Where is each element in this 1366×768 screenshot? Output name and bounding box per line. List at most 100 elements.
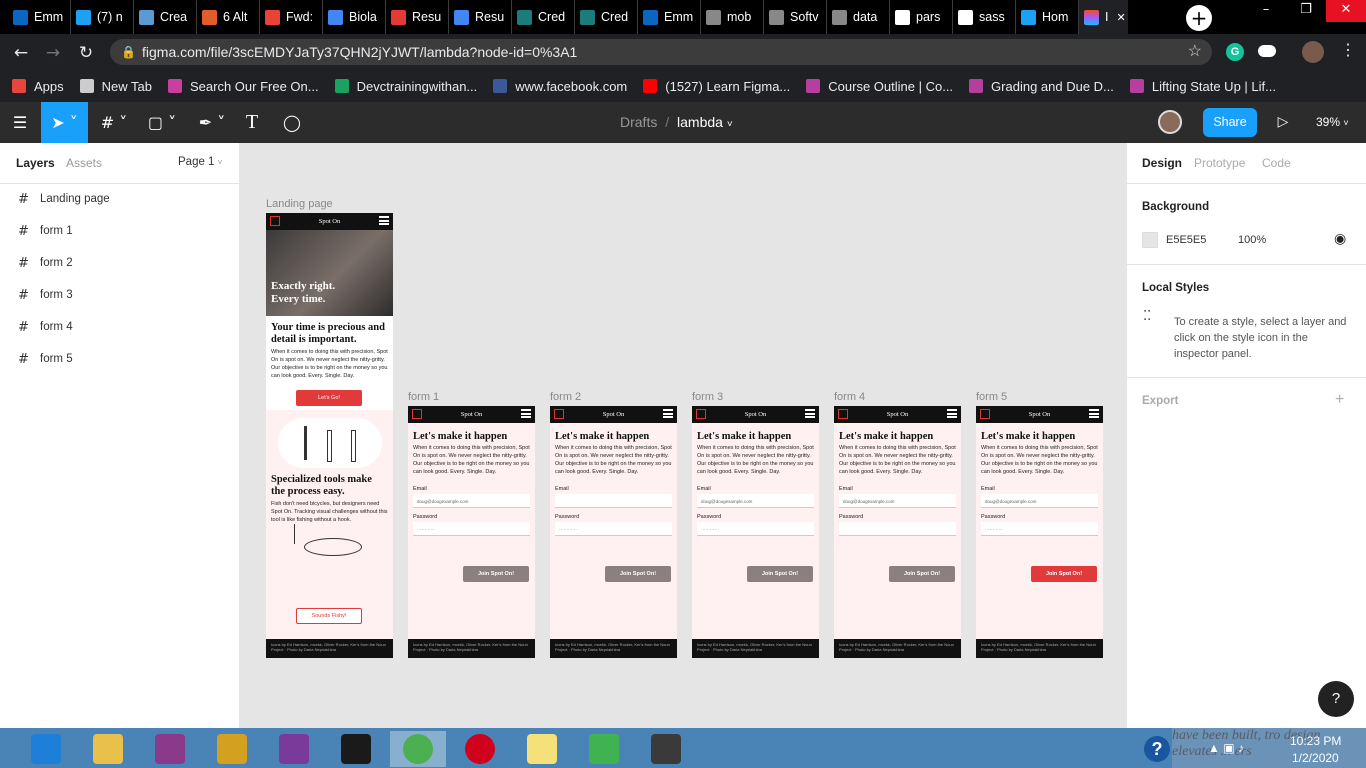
window-close-button[interactable]: ✕: [1326, 0, 1366, 22]
wechat-icon[interactable]: [576, 731, 632, 767]
close-tab-icon[interactable]: ✕: [1116, 11, 1125, 24]
browser-tab[interactable]: Emm: [8, 0, 71, 34]
frame-label-form[interactable]: form 2: [550, 391, 581, 403]
frame-label-form[interactable]: form 4: [834, 391, 865, 403]
clock-time[interactable]: 10:23 PM: [1290, 734, 1341, 748]
frame-label-form[interactable]: form 5: [976, 391, 1007, 403]
browser-tab[interactable]: Resu: [386, 0, 449, 34]
restore-button[interactable]: ❐: [1286, 0, 1326, 22]
browser-tab[interactable]: Softv: [764, 0, 827, 34]
bookmark-item[interactable]: Course Outline | Co...: [806, 79, 953, 94]
text-tool-icon[interactable]: T: [240, 102, 264, 143]
address-bar[interactable]: 🔒 figma.com/file/3scEMDYJaTy37QHN2jYJWT/…: [110, 39, 1212, 65]
hp-icon[interactable]: [328, 731, 384, 767]
frame-label-landing[interactable]: Landing page: [266, 198, 333, 210]
active-browser-tab[interactable]: I ✕: [1079, 0, 1128, 34]
tray-icons[interactable]: ▲ ▣ ♪: [1208, 741, 1244, 755]
layer-item[interactable]: # form 3: [0, 279, 240, 311]
tab-design[interactable]: Design: [1142, 156, 1182, 170]
share-button[interactable]: Share: [1203, 108, 1257, 137]
background-opacity[interactable]: 100%: [1238, 234, 1266, 246]
pen-tool-icon[interactable]: ✒ ˅: [194, 102, 230, 143]
extension-icon[interactable]: [1258, 45, 1276, 57]
bookmark-item[interactable]: Devctrainingwithan...: [334, 79, 477, 94]
page-selector[interactable]: Page 1 ˅: [178, 156, 222, 168]
comment-tool-icon[interactable]: ◯: [280, 102, 304, 143]
tab-code[interactable]: Code: [1262, 156, 1291, 170]
form-frame[interactable]: Spot On Let's make it happen When it comes…: [692, 406, 819, 658]
bookmark-item[interactable]: Search Our Free On...: [167, 79, 319, 94]
zoom-level[interactable]: 39% ˅: [1316, 102, 1349, 143]
browser-tab[interactable]: (7) n: [71, 0, 134, 34]
form-frame[interactable]: Spot On Let's make it happen When it comes…: [408, 406, 535, 658]
frame-label-form[interactable]: form 3: [692, 391, 723, 403]
bookmark-item[interactable]: New Tab: [79, 79, 152, 94]
bookmark-item[interactable]: Grading and Due D...: [969, 79, 1114, 94]
layer-item[interactable]: # form 5: [0, 343, 240, 375]
remote-app-icon[interactable]: [266, 731, 322, 767]
layer-item[interactable]: # Landing page: [0, 183, 240, 215]
background-swatch[interactable]: [1142, 232, 1158, 248]
grammarly-extension-icon[interactable]: G: [1226, 43, 1244, 61]
browser-tab[interactable]: Biola: [323, 0, 386, 34]
file-name[interactable]: lambda: [677, 114, 723, 130]
eye-icon[interactable]: ◉: [1334, 231, 1346, 247]
help-button[interactable]: ?: [1318, 681, 1354, 717]
browser-tab[interactable]: data: [827, 0, 890, 34]
sublime-text-icon[interactable]: [638, 731, 694, 767]
form-frame[interactable]: Spot On Let's make it happen When it comes…: [550, 406, 677, 658]
shape-tool-icon[interactable]: ▢ ˅: [144, 102, 180, 143]
chevron-down-icon[interactable]: ˅: [727, 119, 733, 130]
layer-item[interactable]: # form 4: [0, 311, 240, 343]
browser-tab[interactable]: pars: [890, 0, 953, 34]
present-icon[interactable]: ▷: [1272, 102, 1294, 143]
chrome-icon[interactable]: [390, 731, 446, 767]
bookmark-item[interactable]: Lifting State Up | Lif...: [1129, 79, 1276, 94]
form-frame[interactable]: Spot On Let's make it happen When it comes…: [834, 406, 961, 658]
minimize-button[interactable]: –: [1246, 0, 1286, 22]
tab-assets[interactable]: Assets: [66, 156, 102, 170]
back-icon[interactable]: ←: [8, 40, 34, 66]
layer-item[interactable]: # form 1: [0, 215, 240, 247]
user-avatar[interactable]: [1158, 110, 1182, 134]
browser-tab[interactable]: Crea: [134, 0, 197, 34]
breadcrumb-drafts[interactable]: Drafts: [620, 114, 657, 130]
browser-tab[interactable]: 6 Alt: [197, 0, 260, 34]
layer-item[interactable]: # form 2: [0, 247, 240, 279]
browser-tab[interactable]: sass: [953, 0, 1016, 34]
clock-date[interactable]: 1/2/2020: [1292, 751, 1339, 765]
browser-tab[interactable]: Hom: [1016, 0, 1079, 34]
landing-page-frame[interactable]: Spot On Exactly right. Every time. Your …: [266, 213, 393, 658]
frame-label-form[interactable]: form 1: [408, 391, 439, 403]
move-tool-icon[interactable]: ➤ ˅: [41, 102, 88, 143]
main-menu-icon[interactable]: ☰: [8, 102, 32, 143]
reload-icon[interactable]: ↻: [73, 40, 99, 66]
browser-tab[interactable]: Cred: [575, 0, 638, 34]
sticky-notes-icon[interactable]: [514, 731, 570, 767]
browser-tab[interactable]: mob: [701, 0, 764, 34]
media-player-icon[interactable]: [204, 731, 260, 767]
add-export-icon[interactable]: +: [1335, 391, 1344, 409]
browser-tab[interactable]: Resu: [449, 0, 512, 34]
frame-tool-icon[interactable]: # ˅: [98, 102, 130, 143]
bookmark-item[interactable]: www.facebook.com: [493, 79, 627, 94]
background-hex[interactable]: E5E5E5: [1166, 234, 1206, 246]
help-tray-icon[interactable]: ?: [1144, 736, 1170, 762]
paint-icon[interactable]: [142, 731, 198, 767]
internet-explorer-icon[interactable]: [18, 731, 74, 767]
browser-menu-icon[interactable]: ⋮: [1340, 40, 1356, 60]
browser-tab[interactable]: Cred: [512, 0, 575, 34]
opera-icon[interactable]: [452, 731, 508, 767]
form-frame[interactable]: Spot On Let's make it happen When it comes…: [976, 406, 1103, 658]
new-tab-button[interactable]: +: [1186, 5, 1212, 31]
tab-prototype[interactable]: Prototype: [1194, 156, 1245, 170]
browser-tab[interactable]: Fwd:: [260, 0, 323, 34]
profile-avatar[interactable]: [1302, 41, 1324, 63]
forward-icon[interactable]: →: [40, 40, 66, 66]
bookmark-star-icon[interactable]: ☆: [1188, 39, 1202, 65]
file-explorer-icon[interactable]: [80, 731, 136, 767]
bookmark-item[interactable]: (1527) Learn Figma...: [643, 79, 790, 94]
browser-tab[interactable]: Emm: [638, 0, 701, 34]
bookmark-item[interactable]: Apps: [12, 79, 64, 94]
tab-layers[interactable]: Layers: [16, 156, 55, 170]
